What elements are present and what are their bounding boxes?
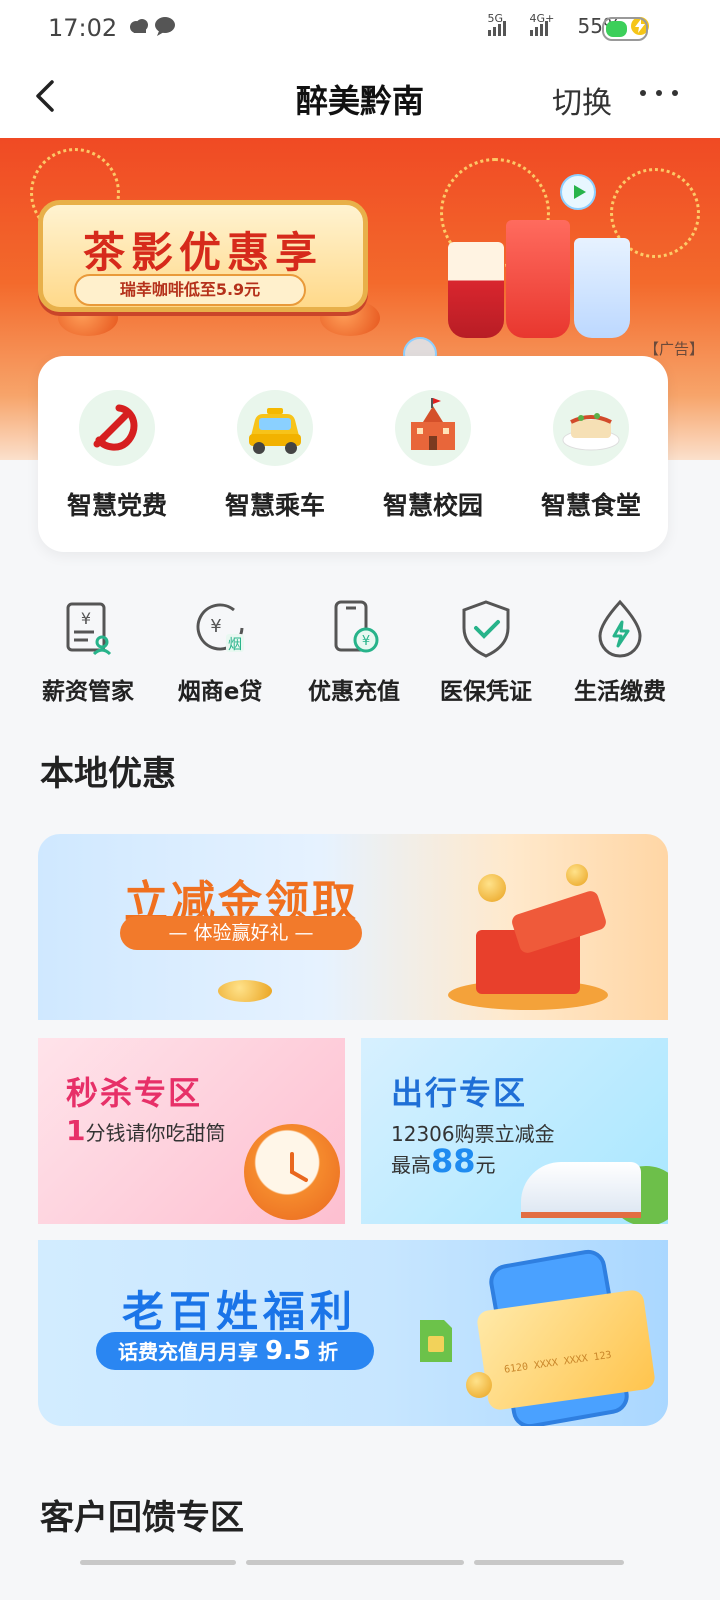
tool-label: 优惠充值 — [308, 679, 400, 705]
tool-label: 烟商e贷 — [177, 679, 263, 705]
banner-subtitle: 瑞幸咖啡低至5.9元 — [74, 274, 306, 306]
svg-text:¥: ¥ — [362, 634, 370, 649]
seckill-num: 1 — [66, 1114, 86, 1147]
school-building-icon — [395, 390, 471, 466]
tab-indicator — [246, 1560, 464, 1565]
tool-item-utility-payment[interactable]: 生活缴费 — [554, 598, 686, 706]
taxi-icon — [237, 390, 313, 466]
coin-icon — [218, 980, 272, 1002]
welfare-card[interactable]: 老百姓福利 话费充值月月享 9.5 折 6120 XXXX XXXX 123 — [38, 1240, 668, 1426]
tool-label: 薪资管家 — [42, 679, 134, 705]
section-title-local-offers: 本地优惠 — [40, 754, 176, 794]
seckill-title: 秒杀专区 — [66, 1074, 203, 1112]
tool-label: 医保凭证 — [440, 679, 532, 705]
card-number: 6120 XXXX XXXX 123 — [503, 1349, 613, 1376]
smart-services-card: 智慧党费 智慧乘车 智慧校园 智慧食堂 — [38, 356, 668, 552]
status-bar: 17:02 5G 4G+ 55% — [0, 0, 720, 56]
tool-item-recharge[interactable]: ¥ 优惠充值 — [288, 598, 420, 706]
coin-icon — [466, 1372, 492, 1398]
train-icon — [521, 1162, 641, 1218]
service-label: 智慧食堂 — [540, 491, 641, 520]
service-item-smart-ride[interactable]: 智慧乘车 — [200, 390, 350, 522]
tool-item-salary[interactable]: ¥ 薪资管家 — [22, 598, 154, 706]
svg-text:¥: ¥ — [210, 616, 221, 637]
svg-text:¥: ¥ — [81, 609, 91, 628]
navigation-bar: 醉美黔南 切换 — [0, 56, 720, 138]
banner-title: 茶影优惠享 — [82, 228, 323, 277]
service-label: 智慧校园 — [382, 491, 483, 520]
status-time: 17:02 — [48, 14, 118, 42]
switch-city-button[interactable]: 切换 — [552, 78, 612, 122]
reduce-pill: — 体验赢好礼 — — [120, 916, 362, 950]
phone-recharge-icon: ¥ — [324, 598, 384, 658]
salary-document-icon: ¥ — [58, 598, 118, 658]
seckill-subtitle: 1分钱请你吃甜筒 — [66, 1114, 225, 1147]
food-dish-icon — [553, 390, 629, 466]
battery-level — [606, 21, 627, 37]
play-icon — [560, 174, 596, 210]
coin-icon — [566, 864, 588, 886]
signal-5g-icon: 5G — [487, 12, 522, 36]
tab-indicator — [474, 1560, 624, 1565]
shield-check-icon — [456, 598, 516, 658]
reduce-coupon-card[interactable]: 立减金领取 — 体验赢好礼 — — [38, 834, 668, 1020]
coffee-cup-icon — [448, 242, 504, 338]
coin-icon — [478, 874, 506, 902]
utility-bolt-icon — [590, 598, 650, 658]
section-title-feedback: 客户回馈专区 — [40, 1498, 244, 1538]
travel-amount: 88 — [431, 1142, 476, 1180]
tool-label: 生活缴费 — [574, 679, 666, 705]
seckill-sub-text: 分钱请你吃甜筒 — [85, 1121, 226, 1145]
drinks-illustration — [440, 208, 640, 338]
tobacco-loan-icon: ¥ 烟 — [190, 598, 250, 658]
travel-line-2: 最高88元 — [391, 1142, 496, 1180]
signal-4g-icon: 4G+ — [529, 12, 570, 36]
service-label: 智慧党费 — [66, 491, 167, 520]
ad-tag: 【广告】 — [643, 340, 704, 358]
seckill-zone-card[interactable]: 秒杀专区 1分钱请你吃甜筒 — [38, 1038, 345, 1224]
luckin-cup-icon — [574, 238, 630, 338]
tab-indicator — [80, 1560, 236, 1565]
travel-title: 出行专区 — [391, 1074, 528, 1112]
welfare-discount: 9.5 — [264, 1336, 312, 1366]
welfare-title: 老百姓福利 — [122, 1287, 358, 1336]
tool-item-tobacco-loan[interactable]: ¥ 烟 烟商e贷 — [154, 598, 286, 706]
svg-text:烟: 烟 — [228, 637, 242, 653]
service-label: 智慧乘车 — [224, 491, 325, 520]
party-emblem-icon — [79, 390, 155, 466]
app-screen: 17:02 5G 4G+ 55% 醉美黔南 切换 茶影优惠享 瑞幸咖啡低至5.9… — [0, 0, 720, 1600]
tool-item-medical-insurance[interactable]: 医保凭证 — [420, 598, 552, 706]
travel-zone-card[interactable]: 出行专区 12306购票立减金 最高88元 — [361, 1038, 668, 1224]
service-item-smart-campus[interactable]: 智慧校园 — [358, 390, 508, 522]
service-item-smart-canteen[interactable]: 智慧食堂 — [516, 390, 666, 522]
cloud-icon — [130, 19, 148, 33]
page-title: 醉美黔南 — [295, 82, 424, 120]
service-item-party-fee[interactable]: 智慧党费 — [42, 390, 192, 522]
welfare-pill: 话费充值月月享 9.5 折 — [96, 1332, 374, 1370]
alarm-clock-icon — [244, 1124, 340, 1220]
notification-icons — [128, 16, 176, 36]
more-options-icon[interactable] — [640, 90, 678, 96]
tea-cup-icon — [506, 220, 570, 338]
sim-card-icon — [420, 1320, 452, 1362]
battery-icon — [602, 17, 648, 41]
message-icon — [155, 17, 175, 36]
